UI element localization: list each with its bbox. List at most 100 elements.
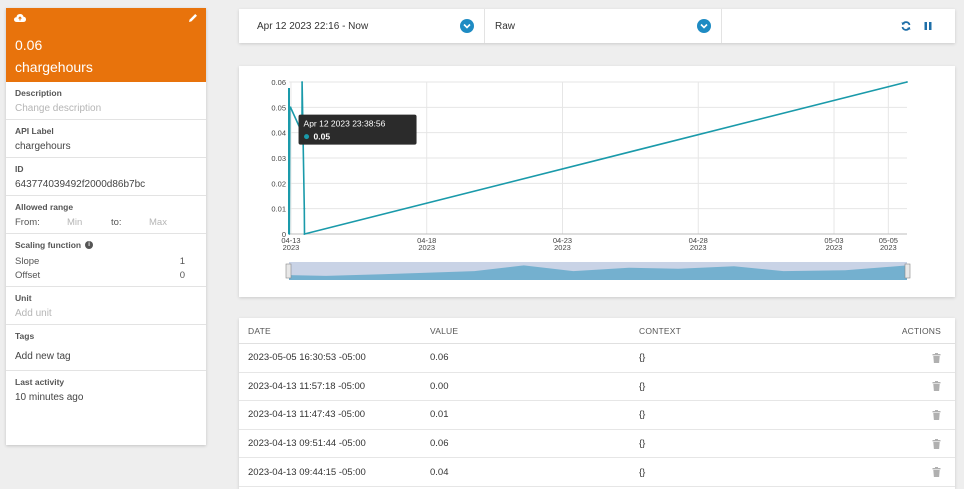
table-row: 2023-04-13 11:57:18 -05:00 0.00{} (239, 373, 955, 402)
row-value[interactable]: 0.06 (430, 438, 639, 449)
scaling-function-field: Scaling function i Slope 1 Offset 0 (6, 234, 206, 287)
row-date: 2023-04-13 09:44:15 -05:00 (248, 466, 366, 478)
api-label-field: API Label chargehours (6, 120, 206, 158)
pencil-icon[interactable] (188, 13, 198, 23)
range-to-label: to: (111, 217, 122, 228)
header-value: VALUE (430, 325, 459, 336)
scaling-function-label: Scaling function (15, 240, 82, 250)
y-tick-label: 0.04 (271, 129, 286, 138)
x-tick-label: 2023 (554, 243, 571, 252)
variable-header: 0.06 chargehours (6, 8, 206, 82)
variable-card: 0.06 chargehours Description Change desc… (6, 8, 206, 445)
range-max-input[interactable]: Max (149, 217, 167, 228)
data-point[interactable] (906, 81, 908, 83)
tags-label: Tags (15, 331, 35, 341)
row-value[interactable]: 0.04 (430, 467, 639, 478)
row-value[interactable]: 0.01 (430, 409, 639, 420)
aggregation-value: Raw (495, 20, 516, 32)
tooltip-date: Apr 12 2023 23:38:56 (304, 119, 386, 129)
row-value[interactable]: 0.06 (430, 352, 639, 363)
row-context[interactable]: {} (639, 467, 895, 478)
trash-icon[interactable] (932, 352, 941, 363)
variable-name[interactable]: chargehours (15, 59, 93, 75)
y-tick-label: 0.05 (271, 103, 286, 112)
row-context[interactable]: {} (639, 381, 895, 392)
data-toolbar: Apr 12 2023 22:16 - Now Raw (239, 9, 955, 43)
cloud-icon (14, 14, 26, 22)
x-tick-label: 2023 (418, 243, 435, 252)
variable-last-value: 0.06 (15, 37, 43, 53)
data-point[interactable] (303, 207, 306, 210)
slope-label: Slope (15, 256, 40, 267)
line-chart[interactable]: 00.010.020.030.040.050.0604-13202304-182… (239, 66, 955, 297)
row-actions (895, 409, 955, 420)
api-label-label: API Label (15, 126, 54, 136)
unit-field: Unit Add unit (6, 287, 206, 325)
chart-card: 0 0.01 0.02 0.03 0.04 0.05 0.06 04-13 2023 04-18 2… (239, 66, 955, 297)
header-date[interactable]: DATE (239, 326, 430, 336)
table-body: 2023-05-05 16:30:53 -05:00 0.06{} 2023-04-… (239, 344, 955, 487)
row-date: 2023-04-13 11:47:43 -05:00 (248, 409, 366, 421)
description-label: Description (15, 88, 62, 98)
row-actions (895, 438, 955, 449)
trash-icon[interactable] (932, 438, 941, 449)
range-from-label: From: (15, 217, 40, 228)
trash-icon[interactable] (932, 467, 941, 478)
description-input[interactable]: Change description (15, 103, 197, 114)
allowed-range-label: Allowed range (15, 202, 74, 212)
refresh-icon[interactable] (901, 21, 911, 31)
aggregation-selector[interactable]: Raw (485, 9, 722, 43)
unit-input[interactable]: Add unit (15, 308, 197, 319)
range-min-input[interactable]: Min (67, 217, 111, 228)
date-range-selector[interactable]: Apr 12 2023 22:16 - Now (239, 9, 485, 43)
row-context[interactable]: {} (639, 352, 895, 363)
chevron-down-icon[interactable] (460, 19, 474, 33)
x-tick-label: 2023 (690, 243, 707, 252)
allowed-range-field: Allowed range From: Min to: Max (6, 196, 206, 234)
row-date: 2023-04-13 09:51:44 -05:00 (248, 438, 366, 450)
tags-field: Tags Add new tag (6, 325, 206, 371)
trash-icon[interactable] (932, 409, 941, 420)
info-icon[interactable]: i (85, 241, 94, 249)
header-actions: ACTIONS (901, 325, 941, 336)
row-value[interactable]: 0.00 (430, 381, 639, 392)
description-field: Description Change description (6, 82, 206, 120)
trash-icon[interactable] (932, 381, 941, 392)
row-actions (895, 467, 955, 478)
last-activity-value: 10 minutes ago (15, 392, 84, 403)
tooltip-value: 0.05 (314, 132, 331, 142)
y-tick-label: 0.01 (271, 205, 286, 214)
api-label-input[interactable]: chargehours (15, 141, 197, 152)
offset-label: Offset (15, 270, 41, 281)
x-tick-label: 2023 (880, 243, 897, 252)
chevron-down-icon[interactable] (697, 19, 711, 33)
range-handle-right[interactable] (904, 263, 911, 279)
table-row: 2023-04-13 09:51:44 -05:00 0.06{} (239, 430, 955, 459)
x-tick-label: 2023 (283, 243, 300, 252)
pause-icon[interactable] (923, 21, 933, 31)
row-context[interactable]: {} (639, 438, 895, 449)
id-label: ID (15, 164, 24, 174)
id-value: 643774039492f2000d86b7bc (15, 179, 146, 190)
x-tick-label: 2023 (826, 243, 843, 252)
offset-value[interactable]: 0 (180, 270, 197, 281)
table-row: 2023-04-13 11:47:43 -05:00 0.01{} (239, 401, 955, 430)
y-tick-label: 0.03 (271, 154, 286, 163)
header-context: CONTEXT (639, 325, 682, 336)
y-tick-label: 0.06 (271, 78, 286, 87)
range-handle-left[interactable] (285, 263, 292, 279)
last-activity-field: Last activity 10 minutes ago (6, 371, 206, 408)
tooltip-marker (304, 134, 310, 140)
values-table: DATE VALUE CONTEXT ACTIONS 2023-05-05 16… (239, 318, 955, 489)
unit-label: Unit (15, 293, 32, 303)
last-activity-label: Last activity (15, 377, 65, 387)
table-header: DATE VALUE CONTEXT ACTIONS (239, 318, 955, 344)
row-context[interactable]: {} (639, 409, 895, 420)
data-point[interactable] (301, 81, 304, 83)
table-row: 2023-05-05 16:30:53 -05:00 0.06{} (239, 344, 955, 373)
data-point[interactable] (303, 233, 306, 235)
add-tag-button[interactable]: Add new tag (15, 351, 197, 362)
y-tick-label: 0.02 (271, 179, 286, 188)
row-date: 2023-05-05 16:30:53 -05:00 (248, 352, 366, 364)
slope-value[interactable]: 1 (180, 256, 197, 267)
